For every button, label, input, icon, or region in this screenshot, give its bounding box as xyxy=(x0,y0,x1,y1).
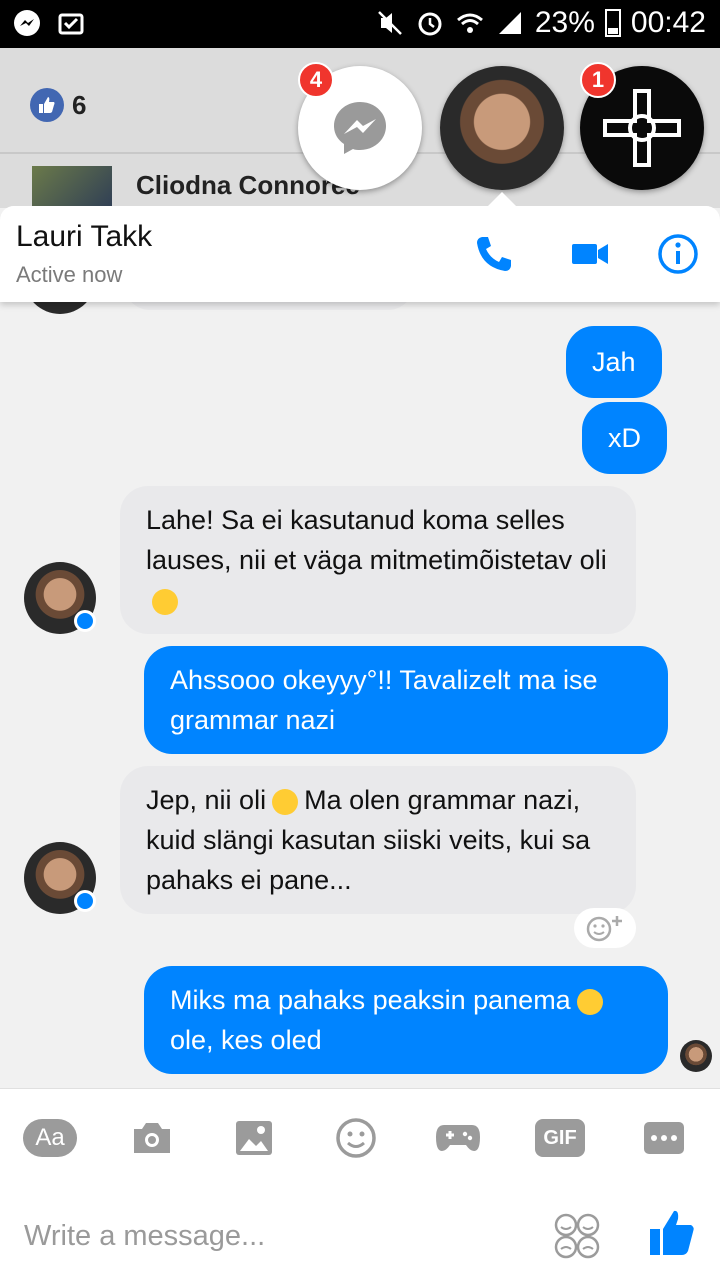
group-unread-badge: 1 xyxy=(580,62,616,98)
message-bubble-incoming[interactable]: Lahe! Sa ei kasutanud koma selles lauses… xyxy=(120,486,636,634)
contact-avatar xyxy=(24,302,96,314)
smiley-plus-icon xyxy=(586,916,622,942)
smiley-icon xyxy=(336,1118,376,1158)
info-button[interactable] xyxy=(654,230,702,278)
like-icon xyxy=(30,88,64,122)
message-text: Lahe! Sa ei kasutanud koma selles lauses… xyxy=(146,500,610,620)
gamepad-icon xyxy=(436,1125,480,1151)
image-icon xyxy=(236,1121,272,1155)
message-input[interactable] xyxy=(24,1211,524,1261)
contact-status: Active now xyxy=(16,262,123,287)
message-bubble-outgoing[interactable]: Ahssooo okeyyy°!! Tavalizelt ma ise gram… xyxy=(144,646,668,754)
mute-icon xyxy=(377,11,402,35)
gif-button-label: GIF xyxy=(535,1119,585,1157)
message-bubble-outgoing[interactable]: Miks ma pahaks peaksin panemaole, kes ol… xyxy=(144,966,668,1074)
contact-chat-head[interactable] xyxy=(440,66,564,190)
info-icon xyxy=(658,234,698,274)
messenger-badge-icon xyxy=(74,610,96,632)
call-button[interactable] xyxy=(470,230,518,278)
add-reaction-button[interactable] xyxy=(574,908,636,948)
tongue-emoji-icon xyxy=(272,788,299,815)
message-bubble-outgoing[interactable]: xD xyxy=(582,402,667,474)
message-composer: Aa GIF xyxy=(0,1088,720,1280)
alarm-icon xyxy=(418,12,442,36)
text-format-button[interactable]: Aa xyxy=(22,1115,78,1161)
battery-icon xyxy=(604,9,621,37)
message-text: Ahssooo okeyyy°!! Tavalizelt ma ise gram… xyxy=(170,665,598,735)
message-text: Jah xyxy=(592,347,636,377)
camera-icon xyxy=(134,1123,170,1153)
contact-name[interactable]: Lauri Takk xyxy=(16,220,152,254)
more-dots-icon xyxy=(644,1122,684,1154)
seen-indicator-avatar xyxy=(680,1040,712,1072)
message-bubble-outgoing[interactable]: Jah xyxy=(566,326,662,398)
tasks-notification-icon xyxy=(58,13,84,35)
status-bar: 23% 00:42 xyxy=(0,0,720,48)
messenger-notification-icon xyxy=(14,10,40,36)
messenger-unread-badge: 4 xyxy=(298,62,334,98)
gallery-button[interactable] xyxy=(226,1115,282,1161)
message-text: Miks ma pahaks peaksin panemaole, kes ol… xyxy=(170,980,642,1060)
camera-button[interactable] xyxy=(124,1115,180,1161)
message-text: Jep, nii oli Ma olen grammar nazi, kuid s… xyxy=(146,785,591,895)
battery-percent: 23% xyxy=(534,6,595,39)
message-text: xD xyxy=(608,423,641,453)
likes-count: 6 xyxy=(72,89,87,120)
message-list[interactable]: Jah xD Lahe! Sa ei kasutanud koma selles… xyxy=(0,302,720,1088)
stickers-icon[interactable] xyxy=(552,1211,602,1261)
video-camera-icon xyxy=(572,244,608,264)
gif-button[interactable]: GIF xyxy=(532,1115,588,1161)
games-button[interactable] xyxy=(430,1115,486,1161)
friend-thumbnail xyxy=(32,166,112,210)
emoji-button[interactable] xyxy=(328,1115,384,1161)
video-call-button[interactable] xyxy=(566,230,614,278)
clock: 00:42 xyxy=(630,6,706,39)
phone-icon xyxy=(477,237,511,271)
messenger-badge-icon xyxy=(74,890,96,912)
message-bubble-incoming[interactable]: Jep, nii oli Ma olen grammar nazi, kuid s… xyxy=(120,766,636,914)
text-button-label: Aa xyxy=(23,1119,77,1157)
thumbs-up-icon[interactable] xyxy=(646,1207,698,1259)
likes-summary: 6 xyxy=(30,88,86,122)
grin-emoji-icon xyxy=(576,988,603,1015)
cross-emblem-icon xyxy=(603,89,681,167)
more-button[interactable] xyxy=(636,1115,692,1161)
signal-icon xyxy=(498,12,521,34)
wifi-icon xyxy=(456,13,483,33)
message-bubble-previous xyxy=(124,302,414,310)
messenger-icon xyxy=(334,102,386,154)
conversation-card: Lauri Takk Active now Jah xD Lahe! Sa ei… xyxy=(0,206,720,1280)
conversation-header: Lauri Takk Active now xyxy=(0,206,720,302)
wink-emoji-icon xyxy=(152,588,178,615)
